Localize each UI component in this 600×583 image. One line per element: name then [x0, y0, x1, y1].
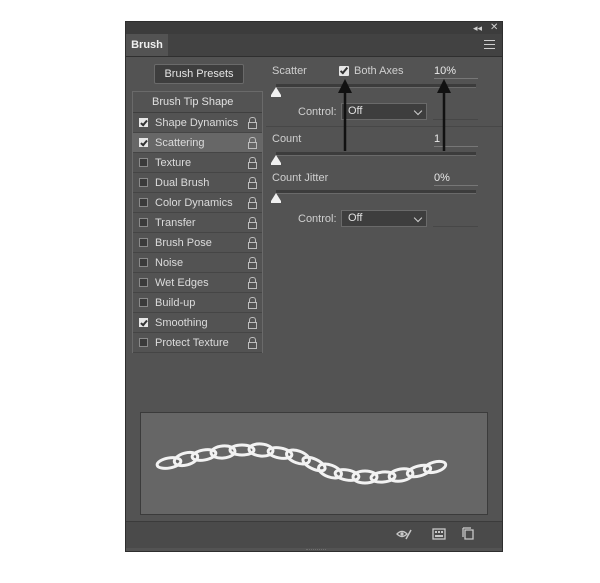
setting-label: Shape Dynamics: [155, 117, 239, 129]
tab-bar: Brush: [126, 34, 502, 57]
count-label: Count: [272, 133, 302, 145]
grid-icon[interactable]: [431, 527, 447, 541]
count-jitter-value-field[interactable]: 0%: [434, 171, 478, 186]
lock-icon[interactable]: [247, 237, 258, 249]
collapse-icon[interactable]: ◂◂: [473, 22, 482, 34]
setting-checkbox[interactable]: [139, 218, 148, 227]
setting-checkbox[interactable]: [139, 298, 148, 307]
brush-setting-row[interactable]: Build-up: [133, 293, 262, 313]
brush-presets-button[interactable]: Brush Presets: [154, 64, 244, 84]
scatter-slider-thumb[interactable]: [271, 87, 281, 97]
eye-brush-icon[interactable]: [396, 527, 412, 541]
brush-setting-row[interactable]: Dual Brush: [133, 173, 262, 193]
lock-icon[interactable]: [247, 177, 258, 189]
setting-checkbox[interactable]: [139, 198, 148, 207]
setting-checkbox[interactable]: [139, 138, 148, 147]
brush-setting-row[interactable]: Transfer: [133, 213, 262, 233]
up-arrow-icon: [338, 79, 451, 151]
brush-setting-row[interactable]: Brush Pose: [133, 233, 262, 253]
lock-icon[interactable]: [247, 257, 258, 269]
setting-checkbox[interactable]: [139, 118, 148, 127]
count-jitter-slider[interactable]: [276, 190, 476, 194]
setting-label: Smoothing: [155, 317, 208, 329]
lock-icon[interactable]: [247, 117, 258, 129]
new-preset-icon[interactable]: [461, 527, 477, 541]
brush-setting-row[interactable]: Smoothing: [133, 313, 262, 333]
setting-checkbox[interactable]: [139, 318, 148, 327]
both-axes-label: Both Axes: [354, 65, 404, 77]
resize-grip[interactable]: [306, 549, 326, 553]
setting-label: Brush Pose: [155, 237, 212, 249]
control2-select[interactable]: Off: [341, 210, 427, 227]
setting-label: Transfer: [155, 217, 196, 229]
tab-brush[interactable]: Brush: [126, 34, 168, 56]
lock-icon[interactable]: [247, 217, 258, 229]
setting-label: Protect Texture: [155, 337, 229, 349]
setting-label: Scattering: [155, 137, 205, 149]
brush-setting-row[interactable]: Wet Edges: [133, 273, 262, 293]
chevron-down-icon: [413, 213, 423, 223]
lock-icon[interactable]: [247, 137, 258, 149]
setting-checkbox[interactable]: [139, 238, 148, 247]
control2-select-value: Off: [348, 212, 363, 224]
divider: [433, 226, 478, 227]
brush-setting-row[interactable]: Shape Dynamics: [133, 113, 262, 133]
count-jitter-label: Count Jitter: [272, 172, 329, 184]
setting-label: Color Dynamics: [155, 197, 233, 209]
setting-label: Texture: [155, 157, 192, 169]
both-axes-checkbox[interactable]: [339, 66, 349, 76]
count-slider[interactable]: [276, 152, 476, 156]
panel-menu-icon[interactable]: [484, 40, 495, 49]
setting-label: Noise: [155, 257, 184, 269]
count-slider-thumb[interactable]: [271, 155, 281, 165]
close-icon[interactable]: ✕: [490, 22, 498, 34]
lock-icon[interactable]: [247, 197, 258, 209]
setting-label: Build-up: [155, 297, 196, 309]
chain-stroke-icon: [155, 442, 448, 485]
panel-titlebar: ◂◂ ✕: [126, 22, 502, 34]
control2-label: Control:: [298, 213, 337, 225]
brush-panel: ◂◂ ✕ Brush Brush Presets Brush Tip Shape…: [125, 21, 503, 552]
scatter-label: Scatter: [272, 65, 307, 77]
lock-icon[interactable]: [247, 297, 258, 309]
setting-checkbox[interactable]: [139, 158, 148, 167]
setting-checkbox[interactable]: [139, 278, 148, 287]
setting-label: Dual Brush: [155, 177, 210, 189]
panel-bottom-bar: [126, 521, 502, 548]
setting-checkbox[interactable]: [139, 338, 148, 347]
brush-setting-row[interactable]: Texture: [133, 153, 262, 173]
setting-checkbox[interactable]: [139, 258, 148, 267]
lock-icon[interactable]: [247, 157, 258, 169]
brush-setting-row[interactable]: Protect Texture: [133, 333, 262, 353]
brush-stroke-preview: [140, 412, 488, 515]
brush-setting-row[interactable]: Color Dynamics: [133, 193, 262, 213]
brush-settings-list: Brush Tip Shape Shape Dynamics Scattering…: [132, 91, 263, 353]
lock-icon[interactable]: [247, 337, 258, 349]
setting-checkbox[interactable]: [139, 178, 148, 187]
lock-icon[interactable]: [247, 317, 258, 329]
count-jitter-slider-thumb[interactable]: [271, 193, 281, 203]
lock-icon[interactable]: [247, 277, 258, 289]
brush-setting-row[interactable]: Scattering: [133, 133, 262, 153]
brush-tip-shape-item[interactable]: Brush Tip Shape: [133, 92, 262, 113]
setting-label: Wet Edges: [155, 277, 209, 289]
brush-setting-row[interactable]: Noise: [133, 253, 262, 273]
